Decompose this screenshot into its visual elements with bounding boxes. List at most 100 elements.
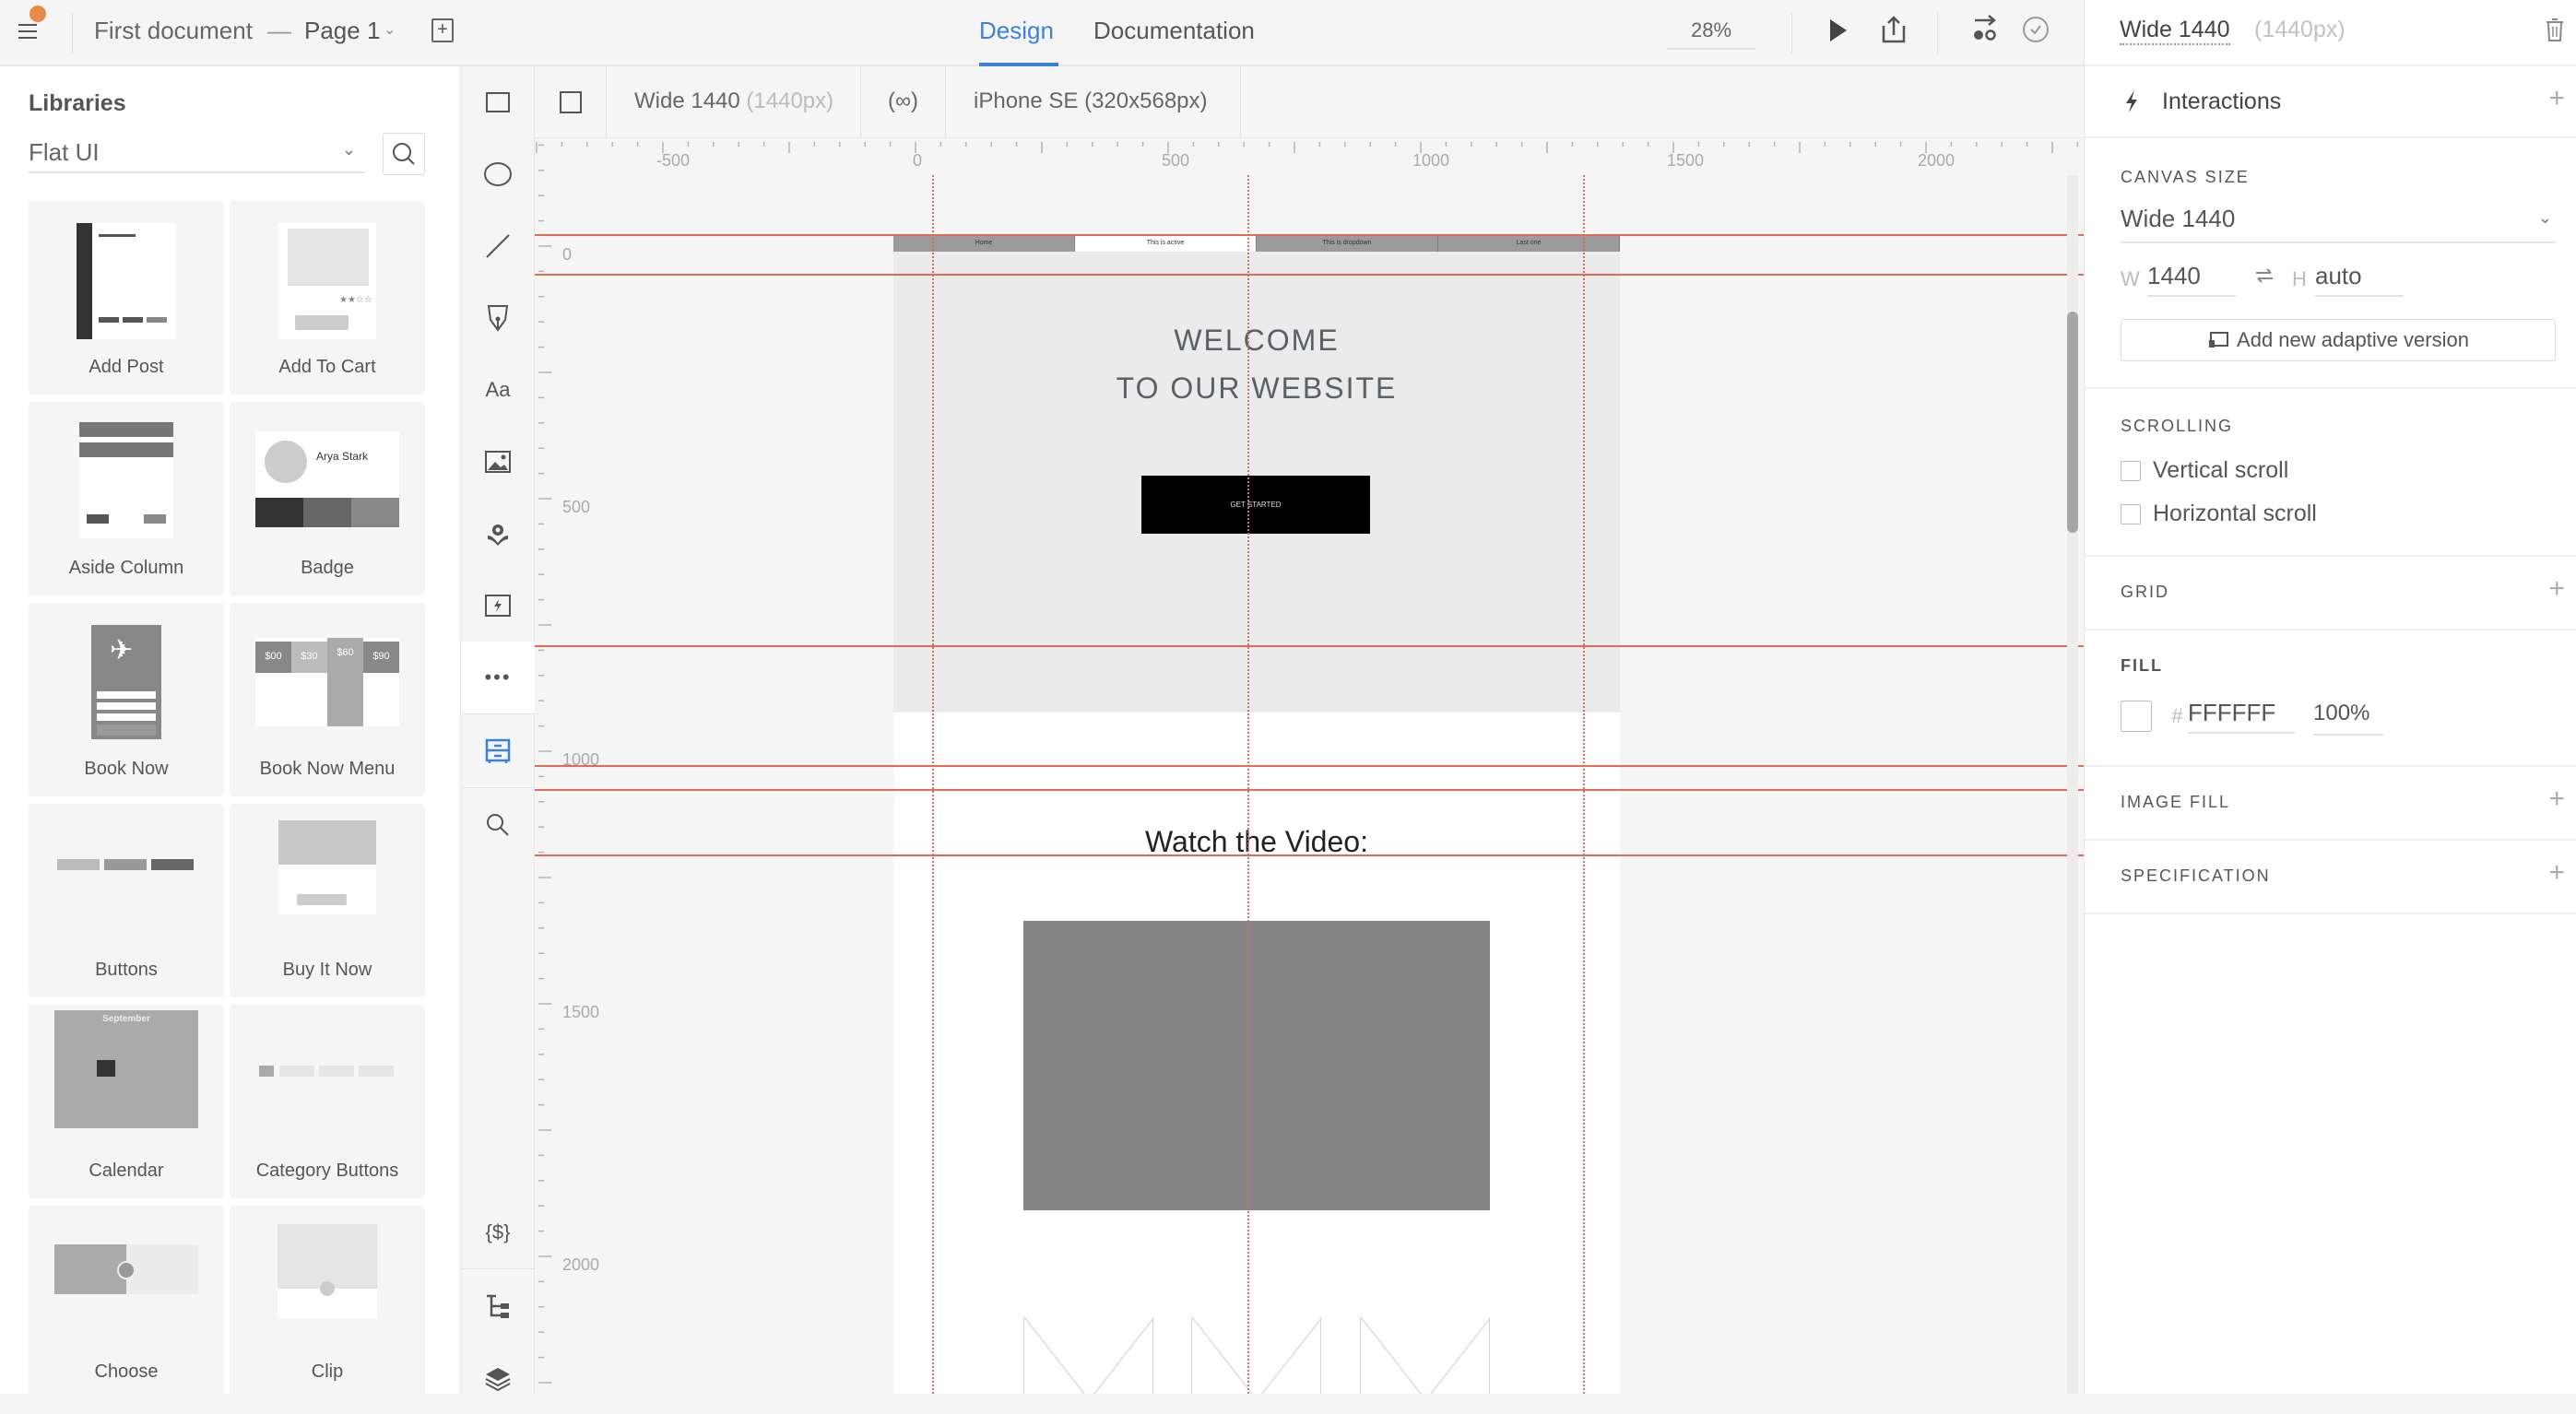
tab-design[interactable]: Design (979, 17, 1054, 45)
image-placeholder[interactable] (1360, 1317, 1490, 1394)
image-placeholder[interactable] (1191, 1317, 1321, 1394)
calendar-thumbnail: September (54, 1010, 198, 1128)
width-input[interactable]: 1440 (2147, 262, 2236, 297)
swap-dimensions-icon[interactable] (2254, 267, 2275, 289)
pen-tool[interactable] (461, 282, 535, 354)
version-tab-iphone[interactable]: iPhone SE (320x568px) (946, 66, 1241, 138)
horizontal-guide[interactable] (535, 645, 2084, 647)
version-tab-wide[interactable]: Wide 1440 (1440px) (607, 66, 861, 138)
add-page-button[interactable]: + (431, 18, 454, 42)
add-interaction-button[interactable]: + (2548, 83, 2565, 114)
rectangle-tool[interactable] (461, 66, 535, 138)
line-tool[interactable] (461, 210, 535, 282)
ruler-label: -500 (656, 151, 691, 170)
search-icon (487, 814, 509, 836)
add-image-fill-button[interactable]: + (2548, 784, 2565, 815)
variables-icon: {$} (485, 1220, 511, 1243)
library-item-badge[interactable]: Arya Stark Badge (230, 402, 425, 595)
library-tool[interactable] (461, 715, 535, 787)
tree-tool[interactable] (461, 1270, 535, 1342)
library-item-label: Choose (94, 1361, 159, 1382)
library-item-add-post[interactable]: Add Post (29, 201, 224, 395)
ruler-label: 500 (1162, 151, 1190, 170)
ellipse-tool[interactable] (461, 138, 535, 210)
horizontal-guide[interactable] (535, 234, 2084, 236)
vertical-scrollbar-thumb[interactable] (2067, 312, 2078, 533)
library-item-category-buttons[interactable]: Category Buttons (230, 1005, 425, 1198)
nav-item-last[interactable]: Last one (1438, 235, 1620, 252)
add-specification-button[interactable]: + (2548, 857, 2565, 889)
vertical-scroll-checkbox[interactable] (2121, 461, 2141, 481)
nav-item-home[interactable]: Home (893, 235, 1075, 252)
layers-tool[interactable] (461, 1342, 535, 1414)
library-item-aside-column[interactable]: Aside Column (29, 402, 224, 595)
horizontal-scroll-label[interactable]: Horizontal scroll (2153, 501, 2317, 527)
vertical-guide[interactable] (1247, 175, 1249, 1394)
library-item-clip[interactable]: Clip (230, 1206, 425, 1394)
library-item-book-now[interactable]: ✈ Book Now (29, 603, 224, 796)
divider (2085, 387, 2576, 389)
horizontal-guide[interactable] (535, 789, 2084, 791)
fill-opacity-input[interactable]: 100% (2313, 701, 2383, 736)
book-now-thumbnail: ✈ (91, 625, 161, 739)
adaptive-button-label: Add new adaptive version (2237, 328, 2469, 351)
get-started-button[interactable]: GET STARTED (1141, 476, 1370, 534)
delete-button[interactable] (2545, 17, 2565, 47)
library-item-book-now-menu[interactable]: $00 $30 $60 $90 Book Now Menu (230, 603, 425, 796)
zoom-level[interactable]: 28% (1667, 18, 1755, 50)
add-grid-button[interactable]: + (2548, 573, 2565, 605)
prototype-flow-icon[interactable] (1971, 15, 1999, 49)
library-item-choose[interactable]: Choose (29, 1206, 224, 1394)
check-circle-icon[interactable] (2022, 16, 2050, 48)
library-item-calendar[interactable]: September Calendar (29, 1005, 224, 1198)
chevron-down-icon[interactable]: ⌄ (384, 20, 396, 39)
artboard[interactable]: Home This is active This is dropdown Las… (893, 235, 1620, 1394)
play-icon[interactable] (1828, 18, 1849, 47)
fill-color-swatch[interactable] (2121, 701, 2152, 732)
fill-hex-input[interactable]: FFFFFF (2188, 699, 2295, 734)
nav-item-active[interactable]: This is active (1075, 235, 1257, 252)
library-item-label: Category Buttons (255, 1161, 399, 1181)
hero-section[interactable]: Home This is active This is dropdown Las… (893, 235, 1620, 713)
artboard-nav: Home This is active This is dropdown Las… (893, 235, 1620, 252)
horizontal-guide[interactable] (535, 854, 2084, 856)
text-tool[interactable]: Aa (461, 354, 535, 426)
image-placeholder[interactable] (1023, 1317, 1153, 1394)
ruler-label: 1000 (1412, 151, 1450, 170)
library-select[interactable]: Flat UI ⌄ (29, 135, 365, 173)
ruler-label: 500 (562, 498, 591, 516)
horizontal-guide[interactable] (535, 274, 2084, 276)
image-tool[interactable] (461, 426, 535, 498)
library-item-label: Badge (301, 558, 354, 578)
more-tools-button[interactable]: ••• (461, 642, 535, 713)
vertical-scroll-label[interactable]: Vertical scroll (2153, 457, 2288, 484)
add-post-thumbnail (77, 223, 176, 339)
selected-version-name[interactable]: Wide 1440 (2120, 17, 2230, 45)
canvas-size-select[interactable]: Wide 1440 ⌄ (2121, 205, 2556, 243)
search-tool[interactable] (461, 789, 535, 861)
height-input[interactable]: auto (2315, 262, 2404, 297)
ruler-label: 1500 (562, 1003, 600, 1021)
vertical-guide[interactable] (932, 175, 934, 1394)
icons-tool[interactable] (461, 498, 535, 570)
interaction-tool[interactable] (461, 570, 535, 642)
library-search-button[interactable] (383, 133, 425, 175)
library-item-buy-it-now[interactable]: Buy It Now (230, 804, 425, 997)
version-frame-button[interactable] (535, 66, 607, 138)
canvas-area[interactable]: Wide 1440 (1440px) (∞) iPhone SE (320x56… (535, 66, 2084, 1394)
variables-tool[interactable]: {$} (461, 1196, 535, 1268)
horizontal-guide[interactable] (535, 765, 2084, 767)
horizontal-scroll-checkbox[interactable] (2121, 504, 2141, 524)
add-adaptive-version-button[interactable]: Add new adaptive version (2121, 319, 2556, 361)
video-placeholder[interactable] (1023, 921, 1490, 1210)
tab-documentation[interactable]: Documentation (1093, 17, 1255, 45)
export-icon[interactable] (1881, 15, 1907, 49)
book-now-menu-thumbnail: $00 $30 $60 $90 (255, 638, 399, 726)
library-item-add-to-cart[interactable]: ★★☆☆ Add To Cart (230, 201, 425, 395)
nav-item-dropdown[interactable]: This is dropdown (1257, 235, 1438, 252)
library-item-buttons[interactable]: Buttons (29, 804, 224, 997)
page-selector[interactable]: Page 1 (304, 17, 380, 45)
document-title[interactable]: First document (94, 17, 253, 45)
vertical-guide[interactable] (1583, 175, 1585, 1394)
link-versions-button[interactable]: (∞) (861, 66, 946, 138)
